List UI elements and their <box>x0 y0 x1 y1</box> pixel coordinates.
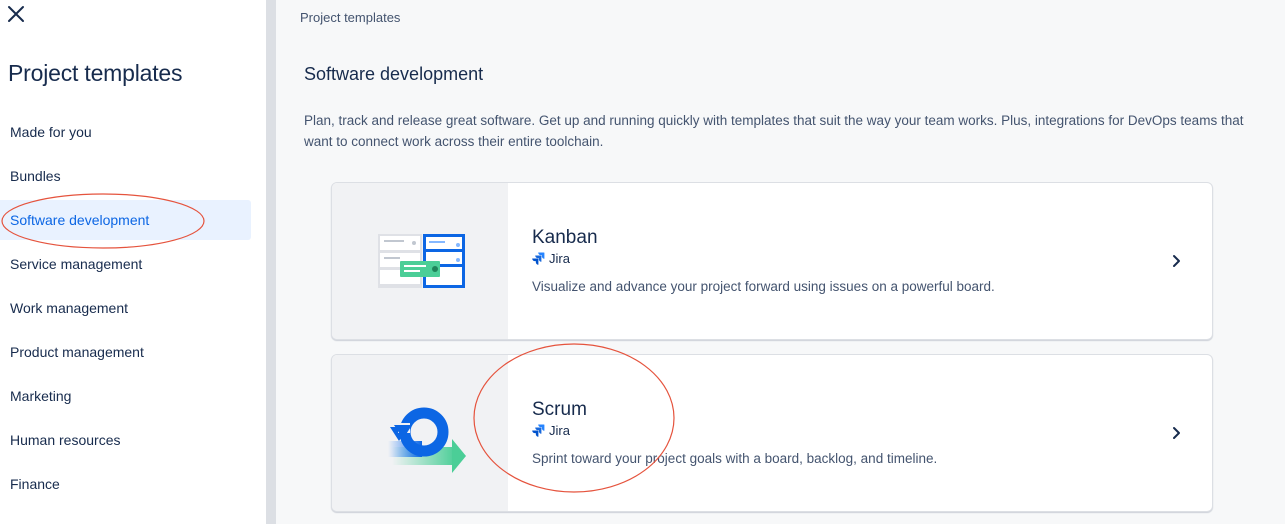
sidebar-item-label: Made for you <box>10 124 92 140</box>
sidebar-item-work-management[interactable]: Work management <box>0 288 251 328</box>
sidebar-item-bundles[interactable]: Bundles <box>0 156 251 196</box>
sidebar: Project templates Made for you Bundles S… <box>0 0 266 524</box>
sidebar-item-label: Finance <box>10 476 60 492</box>
template-card-scrum[interactable]: Scrum Jira Sprint toward your project go… <box>331 354 1213 512</box>
card-media <box>332 355 508 511</box>
sidebar-item-human-resources[interactable]: Human resources <box>0 420 251 460</box>
breadcrumb[interactable]: Project templates <box>300 10 400 25</box>
main-panel: Project templates Software development P… <box>276 0 1285 524</box>
chevron-right-icon <box>1166 251 1186 271</box>
sidebar-item-label: Human resources <box>10 432 121 448</box>
close-icon[interactable] <box>6 4 26 24</box>
sidebar-divider[interactable] <box>266 0 276 524</box>
chevron-right-icon <box>1166 423 1186 443</box>
sidebar-item-label: Work management <box>10 300 129 316</box>
card-description: Sprint toward your project goals with a … <box>532 451 938 466</box>
sidebar-nav: Made for you Bundles Software developmen… <box>0 112 251 508</box>
card-media <box>332 183 508 339</box>
sidebar-item-label: Software development <box>10 212 150 228</box>
sidebar-item-software-development[interactable]: Software development <box>0 200 251 240</box>
sidebar-item-finance[interactable]: Finance <box>0 464 251 504</box>
card-description: Visualize and advance your project forwa… <box>532 279 995 294</box>
sidebar-item-label: Bundles <box>10 168 61 184</box>
section-description: Plan, track and release great software. … <box>304 113 1244 149</box>
sidebar-item-product-management[interactable]: Product management <box>0 332 251 372</box>
sidebar-item-label: Marketing <box>10 388 72 404</box>
sidebar-item-label: Service management <box>10 256 143 272</box>
card-title: Scrum <box>532 399 587 420</box>
sidebar-item-marketing[interactable]: Marketing <box>0 376 251 416</box>
kanban-board-illustration <box>378 234 465 288</box>
card-body: Scrum Jira Sprint toward your project go… <box>532 399 937 466</box>
card-app: Jira <box>532 423 937 438</box>
card-title: Kanban <box>532 227 598 248</box>
jira-icon <box>532 424 545 437</box>
scrum-cycle-illustration <box>388 407 466 473</box>
sidebar-item-service-management[interactable]: Service management <box>0 244 251 284</box>
card-body: Kanban Jira Visualize and advance your p… <box>532 227 995 294</box>
card-app-name: Jira <box>549 251 570 266</box>
sidebar-title: Project templates <box>8 60 183 86</box>
card-app: Jira <box>532 251 995 266</box>
sidebar-item-label: Product management <box>10 344 144 360</box>
card-app-name: Jira <box>549 423 570 438</box>
template-card-kanban[interactable]: Kanban Jira Visualize and advance your p… <box>331 182 1213 340</box>
sidebar-item-made-for-you[interactable]: Made for you <box>0 112 251 152</box>
section-title: Software development <box>304 64 484 84</box>
jira-icon <box>532 252 545 265</box>
